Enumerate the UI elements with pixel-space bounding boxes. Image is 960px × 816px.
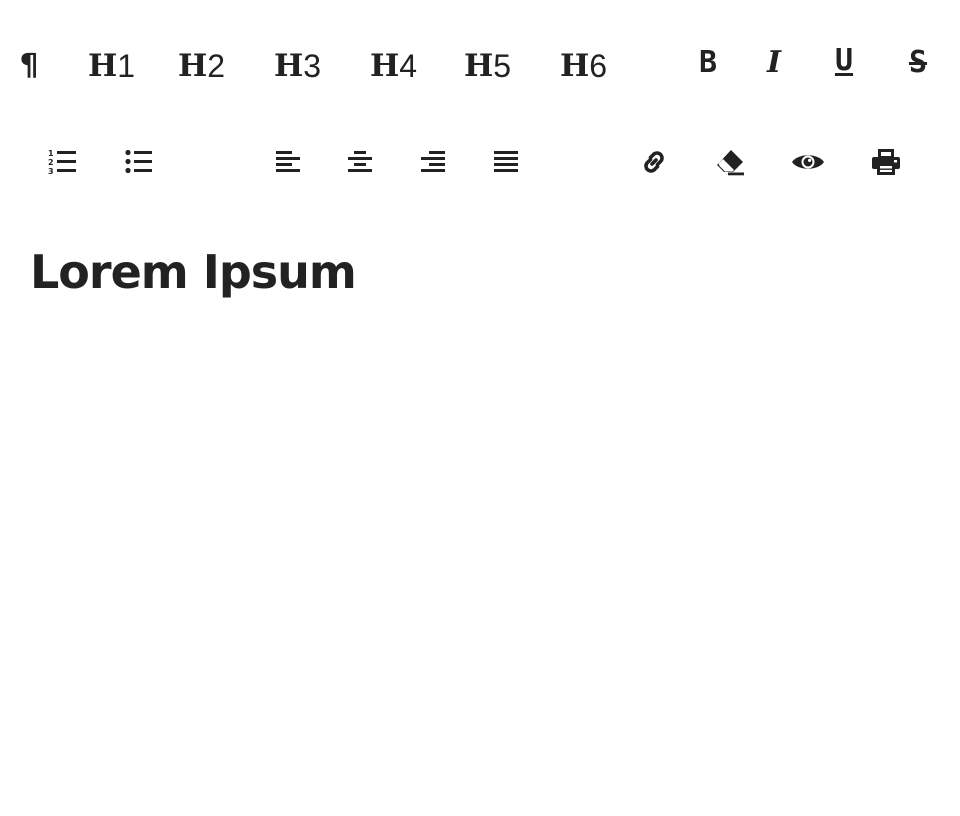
heading-5-button[interactable]: H5 [464,46,511,86]
heading-level: 1 [117,48,136,84]
preview-button[interactable] [788,144,828,180]
align-center-button[interactable] [344,146,376,178]
heading-letter: H [178,47,208,84]
ordered-list-button[interactable]: 1 2 3 [44,146,80,178]
heading-level: 5 [493,48,512,84]
heading-letter: H [274,47,304,84]
eye-icon [792,155,824,169]
heading-letter: H [464,47,494,84]
heading-letter: H [560,47,590,84]
heading-level: 3 [303,48,322,84]
underline-button[interactable]: U [824,40,864,80]
link-button[interactable] [636,144,672,180]
ordered-list-icon: 1 2 3 [48,149,76,176]
heading-letter: H [370,47,400,84]
strikethrough-button[interactable]: S [898,42,938,82]
print-icon [872,149,900,175]
heading-level: 6 [589,48,608,84]
heading-3-button[interactable]: H3 [274,46,321,86]
heading-letter: H [88,47,118,84]
align-right-icon [421,151,445,172]
italic-icon: I [766,44,782,80]
paragraph-button[interactable]: ¶ [14,46,44,86]
align-left-button[interactable] [272,146,304,178]
bold-button[interactable]: B [688,42,728,82]
strikethrough-icon: S [908,44,928,80]
heading-2-button[interactable]: H2 [178,46,225,86]
document-heading[interactable]: Lorem Ipsum [30,236,930,308]
align-justify-button[interactable] [490,146,522,178]
editor-area[interactable]: Lorem Ipsum [30,236,930,796]
italic-button[interactable]: I [754,42,794,82]
underline-icon: U [834,42,854,78]
align-left-icon [276,151,300,172]
align-center-icon [348,151,372,172]
svg-text:1: 1 [48,149,54,158]
heading-level: 2 [207,48,226,84]
heading-6-button[interactable]: H6 [560,46,607,86]
svg-text:2: 2 [48,158,54,167]
heading-4-button[interactable]: H4 [370,46,417,86]
bold-icon: B [698,44,718,80]
align-right-button[interactable] [417,146,449,178]
heading-level: 4 [399,48,418,84]
eraser-icon [717,150,744,176]
unordered-list-icon [125,149,152,174]
align-justify-icon [494,151,518,172]
paragraph-icon: ¶ [19,48,39,83]
heading-1-button[interactable]: H1 [88,46,135,86]
unordered-list-button[interactable] [120,146,156,178]
svg-text:3: 3 [48,167,54,176]
eraser-button[interactable] [712,144,748,180]
link-icon [644,151,664,173]
print-button[interactable] [868,144,904,180]
